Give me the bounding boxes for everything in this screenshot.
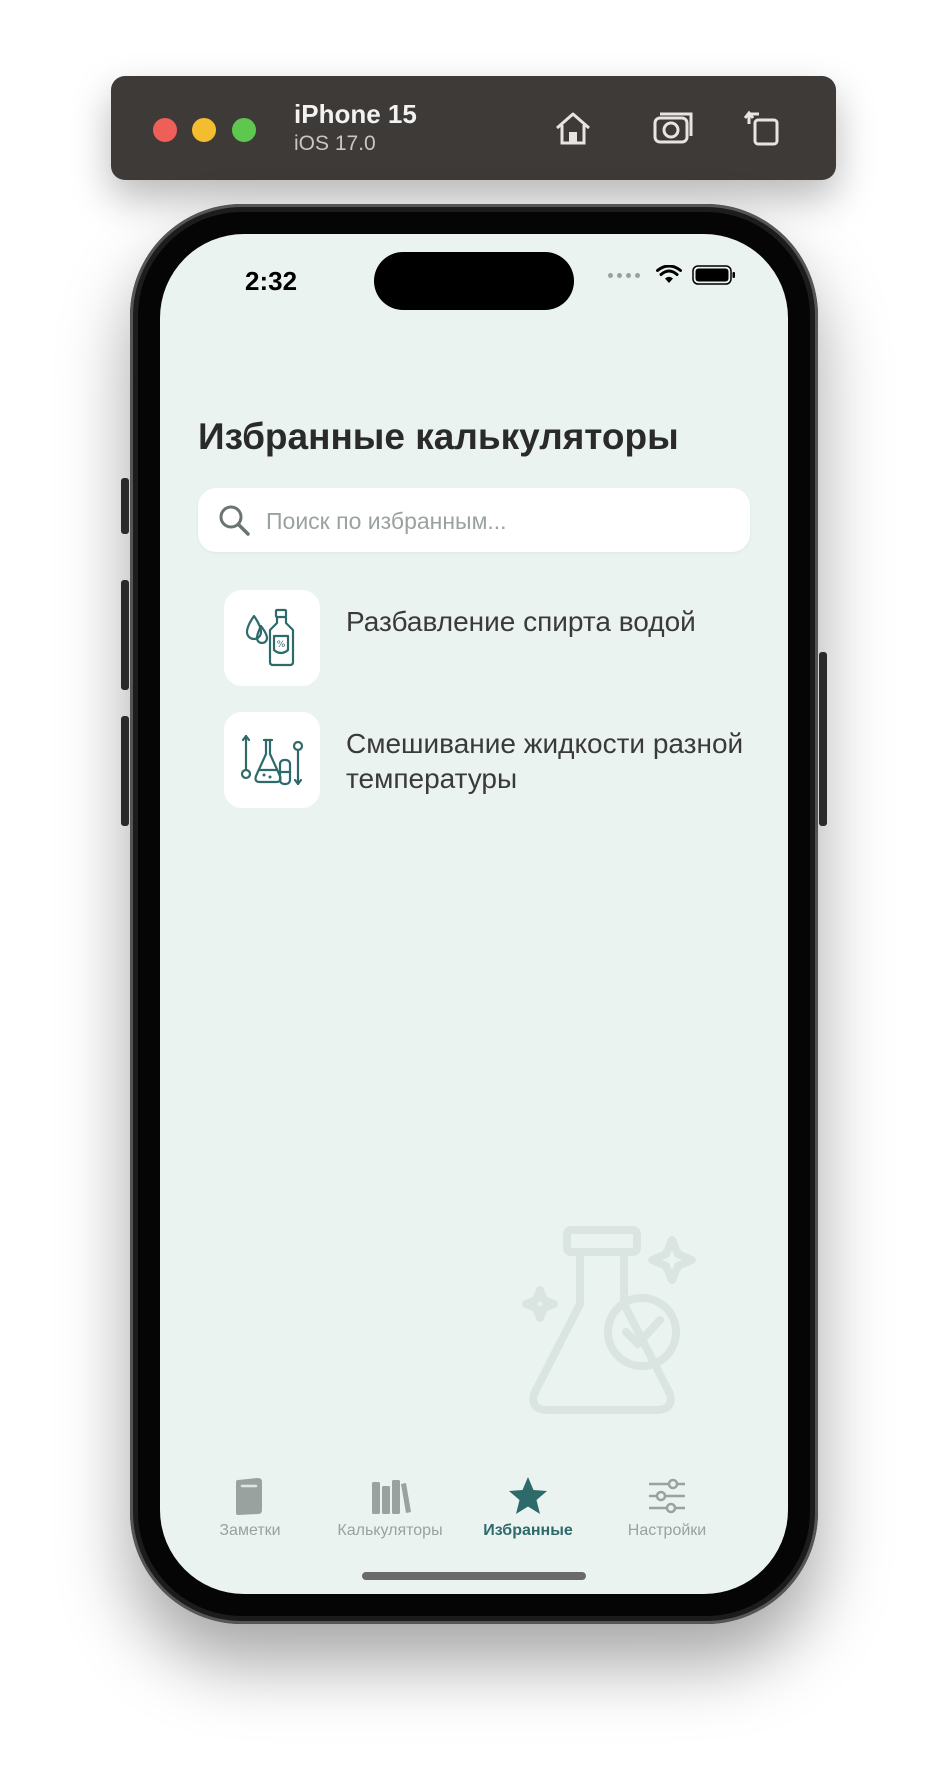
status-icons <box>608 264 736 286</box>
tab-favorites[interactable]: Избранные <box>458 1474 598 1540</box>
volume-up-button <box>121 580 129 690</box>
favorite-item-label: Разбавление спирта водой <box>346 606 696 637</box>
star-icon <box>509 1477 547 1514</box>
home-button[interactable] <box>551 106 595 150</box>
svg-text:%: % <box>277 640 286 650</box>
tab-bar: Заметки Калькуляторы Избранные Настройки <box>160 1474 788 1564</box>
close-window-button[interactable] <box>153 118 177 142</box>
favorite-item[interactable]: % Разбавление спирта водой <box>224 590 744 686</box>
wifi-icon <box>656 265 682 283</box>
minimize-window-button[interactable] <box>192 118 216 142</box>
home-icon <box>556 112 590 145</box>
search-icon <box>219 505 250 536</box>
screenshot-button[interactable] <box>651 106 695 150</box>
home-indicator <box>362 1572 586 1580</box>
sliders-icon <box>649 1478 685 1514</box>
dynamic-island <box>374 252 574 310</box>
tab-label: Заметки <box>219 1522 281 1539</box>
os-version: iOS 17.0 <box>294 132 376 155</box>
rotate-button[interactable] <box>741 106 785 150</box>
favorites-search <box>198 488 750 554</box>
battery-icon <box>692 265 735 285</box>
search-input[interactable] <box>264 488 738 554</box>
favorite-item[interactable]: Смешивание жидкости разной температуры <box>224 712 744 808</box>
favorite-item-label: Смешивание жидкости разной температуры <box>346 728 744 794</box>
simulator-toolbar: iPhone 15 iOS 17.0 <box>111 76 836 180</box>
cellular-signal-icon <box>608 272 640 278</box>
device-name: iPhone 15 <box>294 99 417 129</box>
rotate-icon <box>743 110 779 146</box>
tab-notes[interactable]: Заметки <box>180 1474 320 1540</box>
tab-calculators[interactable]: Калькуляторы <box>320 1474 460 1540</box>
flasks-thermometer-icon <box>240 734 304 786</box>
flask-check-watermark-icon <box>522 1226 696 1414</box>
tab-label: Настройки <box>627 1522 707 1539</box>
status-time: 2:32 <box>245 266 298 296</box>
calc-icon-tile: % <box>224 590 320 686</box>
app-screen: 2:32 Избранные калькуляторы Поиск по изб… <box>160 234 788 1594</box>
zoom-window-button[interactable] <box>232 118 256 142</box>
camera-icon <box>653 112 693 144</box>
tab-label: Калькуляторы <box>337 1522 443 1539</box>
tab-label: Избранные <box>483 1522 573 1539</box>
power-button <box>819 652 827 826</box>
alcohol-bottle-percent-icon: % <box>245 608 295 667</box>
page-title: Избранные калькуляторы <box>198 416 679 457</box>
calc-icon-tile <box>224 712 320 808</box>
notebook-icon <box>236 1478 262 1515</box>
action-button <box>121 478 129 534</box>
volume-down-button <box>121 716 129 826</box>
books-icon <box>372 1480 411 1514</box>
tab-settings[interactable]: Настройки <box>597 1474 737 1540</box>
